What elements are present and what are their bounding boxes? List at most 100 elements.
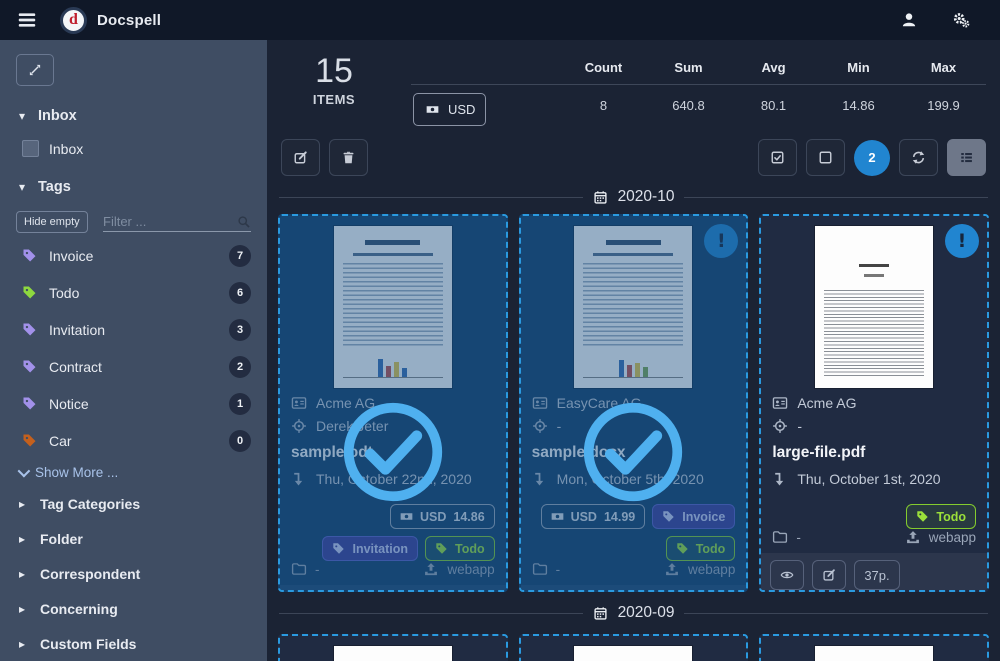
item-date: Thu, October 1st, 2020 <box>797 471 940 487</box>
delete-selected-button[interactable] <box>329 139 368 176</box>
document-preview <box>521 636 747 661</box>
tag-label: Invoice <box>49 248 93 264</box>
stats-header-sum: Sum <box>646 52 731 85</box>
inbox-checkbox-label: Inbox <box>49 141 83 157</box>
tag-badge-label: Todo <box>936 510 966 524</box>
edit-selected-button[interactable] <box>281 139 320 176</box>
item-card-grid <box>277 634 990 661</box>
list-icon <box>959 150 974 165</box>
show-more-label: Show More ... <box>35 465 118 480</box>
date-group-label: 2020-09 <box>618 604 675 622</box>
preview-button[interactable] <box>770 560 804 590</box>
main-content: 15 ITEMS Count Sum Avg Min Max USD 8 640… <box>267 40 1000 661</box>
sidebar-item-tag-categories[interactable]: ▸ Tag Categories <box>16 486 251 521</box>
tag-item-notice[interactable]: Notice 1 <box>16 385 251 422</box>
page-count-button[interactable]: 37p. <box>854 560 899 590</box>
caret-right-icon: ▸ <box>16 567 28 581</box>
calendar-icon <box>593 190 608 205</box>
list-view-button[interactable] <box>947 139 986 176</box>
exclamation-circle-icon: ! <box>945 224 979 258</box>
tag-label: Notice <box>49 396 89 412</box>
currency-badge[interactable]: USD <box>413 93 486 126</box>
sidebar-item-folder[interactable]: ▸ Folder <box>16 521 251 556</box>
item-card-sample-odt[interactable]: Acme AG Derek Jeter sample.odt Thu, Octo… <box>278 214 508 592</box>
folder-name: - <box>796 530 801 545</box>
item-card-large-file-pdf[interactable]: ! Acme AG <box>759 214 989 592</box>
refresh-button[interactable] <box>899 139 938 176</box>
item-card[interactable] <box>519 634 749 661</box>
caret-down-icon: ▾ <box>16 109 28 123</box>
calendar-icon <box>593 606 608 621</box>
stats-header-avg: Avg <box>731 52 816 85</box>
hamburger-icon[interactable] <box>16 9 38 31</box>
user-icon[interactable] <box>900 11 918 29</box>
tag-icon <box>22 322 37 337</box>
hide-empty-button[interactable]: Hide empty <box>16 211 88 233</box>
inbox-section-header[interactable]: ▾ Inbox <box>16 108 251 124</box>
address-card-icon <box>772 395 788 411</box>
app-title: Docspell <box>97 12 161 29</box>
source-name: webapp <box>929 530 976 545</box>
item-card[interactable] <box>759 634 989 661</box>
item-card-sample-docx[interactable]: ! EasyCare AG <box>519 214 749 592</box>
tags-filter-bar: Hide empty <box>16 211 251 233</box>
tag-item-car[interactable]: Car 0 <box>16 422 251 459</box>
cogs-icon[interactable] <box>952 11 970 29</box>
sidebar-item-concerning[interactable]: ▸Concerning <box>16 591 251 626</box>
items-count-value: 15 <box>291 54 377 90</box>
item-card[interactable] <box>278 634 508 661</box>
tag-filter-input[interactable] <box>103 214 237 229</box>
source-info: webapp <box>905 529 976 545</box>
arrow-down-icon <box>772 471 788 487</box>
tag-icon <box>22 396 37 411</box>
tag-badge-todo[interactable]: Todo <box>906 504 976 529</box>
check-circle-icon <box>339 398 447 506</box>
select-all-button[interactable] <box>758 139 797 176</box>
section-label: Tag Categories <box>40 496 140 512</box>
caret-right-icon: ▸ <box>16 532 28 546</box>
tag-item-todo[interactable]: Todo 6 <box>16 274 251 311</box>
selected-count-badge[interactable]: 2 <box>854 140 890 176</box>
correspondent-name: Acme AG <box>797 395 856 411</box>
tags-section-header[interactable]: ▾ Tags <box>16 179 251 195</box>
tag-filter-field <box>103 212 251 232</box>
stats-header-count: Count <box>561 52 646 85</box>
caret-down-icon: ▾ <box>16 180 28 194</box>
edit-icon <box>822 568 836 582</box>
logo-letter: d <box>69 11 78 29</box>
caret-right-icon: ▸ <box>16 497 28 511</box>
expand-sidebar-button[interactable] <box>16 54 54 86</box>
check-square-icon <box>770 150 785 165</box>
crosshairs-icon <box>772 418 788 434</box>
tag-count-badge: 2 <box>229 356 251 378</box>
edit-item-button[interactable] <box>812 560 846 590</box>
preview-page <box>574 646 692 661</box>
tag-item-contract[interactable]: Contract 2 <box>16 348 251 385</box>
concerning-line: - <box>772 418 976 434</box>
money-bill-icon <box>424 103 441 116</box>
correspondent-line: Acme AG <box>772 395 976 411</box>
tag-item-invitation[interactable]: Invitation 3 <box>16 311 251 348</box>
date-group-label: 2020-10 <box>618 188 675 206</box>
toolbar-right: 2 <box>758 139 986 176</box>
tag-item-invoice[interactable]: Invoice 7 <box>16 237 251 274</box>
date-group-divider: 2020-10 <box>279 188 988 206</box>
item-name[interactable]: large-file.pdf <box>772 444 976 462</box>
show-more-link[interactable]: Show More ... <box>18 465 251 480</box>
stats-value-max: 199.9 <box>901 85 986 126</box>
stats-table: Count Sum Avg Min Max USD 8 640.8 80.1 1… <box>411 52 986 126</box>
docspell-app: d Docspell ▾ Inbox Inbox ▾ Tags <box>0 0 1000 661</box>
navbar-actions <box>900 11 984 29</box>
expand-icon <box>27 62 43 78</box>
selection-toolbar: 2 <box>281 139 986 176</box>
inbox-filter-item[interactable]: Inbox <box>22 140 251 157</box>
sidebar-item-custom-fields[interactable]: ▸Custom Fields <box>16 626 251 661</box>
section-label: Folder <box>40 531 83 547</box>
section-label: Concerning <box>40 601 118 617</box>
deselect-all-button[interactable] <box>806 139 845 176</box>
tag-icon <box>916 510 929 523</box>
inbox-checkbox[interactable] <box>22 140 39 157</box>
tag-list: Invoice 7 Todo 6 Invitation 3 Contract 2 <box>16 237 251 459</box>
sidebar-item-correspondent[interactable]: ▸Correspondent <box>16 556 251 591</box>
inbox-section-label: Inbox <box>38 108 77 124</box>
